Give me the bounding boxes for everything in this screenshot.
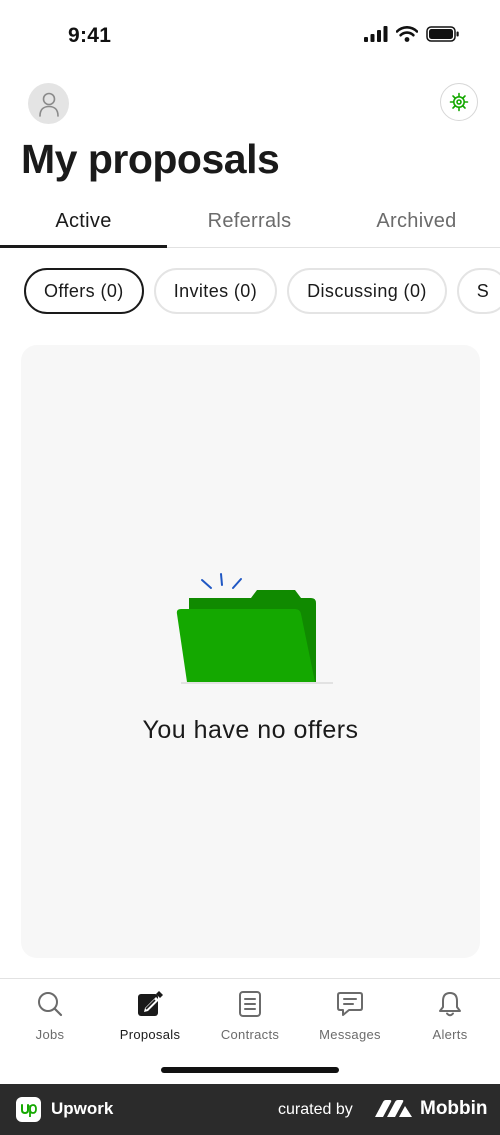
user-icon: [38, 92, 59, 117]
nav-jobs-label: Jobs: [35, 1027, 65, 1042]
mobbin-logo-icon: [375, 1100, 412, 1117]
tab-active[interactable]: Active: [0, 200, 167, 247]
brand-name: Upwork: [51, 1099, 114, 1118]
nav-proposals-label: Proposals: [119, 1027, 181, 1042]
chip-more[interactable]: S: [456, 268, 500, 314]
settings-button[interactable]: [440, 83, 478, 121]
open-folder-illustration: [176, 573, 333, 684]
tab-referrals[interactable]: Referrals: [166, 200, 333, 247]
home-indicator: [161, 1067, 339, 1073]
active-tab-indicator: [0, 245, 167, 248]
bell-icon: [439, 992, 461, 1017]
empty-state-message: You have no offers: [142, 716, 359, 744]
battery-icon: [426, 26, 459, 42]
gear-icon: [449, 92, 469, 112]
chip-invites[interactable]: Invites (0): [153, 268, 278, 314]
status-time: 9:41: [68, 24, 112, 47]
nav-contracts[interactable]: Contracts: [200, 989, 300, 1042]
proposals-icon: [138, 991, 163, 1016]
chip-discussing[interactable]: Discussing (0): [287, 268, 447, 314]
avatar[interactable]: [28, 83, 69, 124]
nav-proposals[interactable]: Proposals: [100, 989, 200, 1042]
nav-alerts[interactable]: Alerts: [400, 989, 500, 1042]
tab-bar: Active Referrals Archived: [0, 200, 500, 248]
nav-contracts-label: Contracts: [220, 1027, 280, 1042]
nav-messages[interactable]: Messages: [300, 989, 400, 1042]
mobbin-name: Mobbin: [420, 1098, 488, 1119]
cellular-signal-icon: [364, 26, 388, 42]
nav-alerts-label: Alerts: [432, 1027, 468, 1042]
chat-icon: [337, 992, 363, 1016]
curated-by-label: curated by: [278, 1101, 353, 1118]
wifi-icon: [396, 26, 418, 42]
filter-chips: Offers (0) Invites (0) Discussing (0) S: [24, 268, 500, 316]
nav-messages-label: Messages: [319, 1027, 381, 1042]
document-icon: [239, 991, 261, 1017]
chip-offers[interactable]: Offers (0): [24, 268, 144, 314]
nav-jobs[interactable]: Jobs: [0, 989, 100, 1042]
page-title: My proposals: [21, 136, 280, 182]
empty-state-card: You have no offers: [21, 345, 480, 958]
brand-bar: Upwork curated by Mobbin: [0, 1084, 500, 1135]
upwork-logo-icon: [16, 1097, 41, 1122]
search-icon: [38, 992, 63, 1017]
tab-archived[interactable]: Archived: [333, 200, 500, 247]
status-icons: [364, 26, 460, 42]
